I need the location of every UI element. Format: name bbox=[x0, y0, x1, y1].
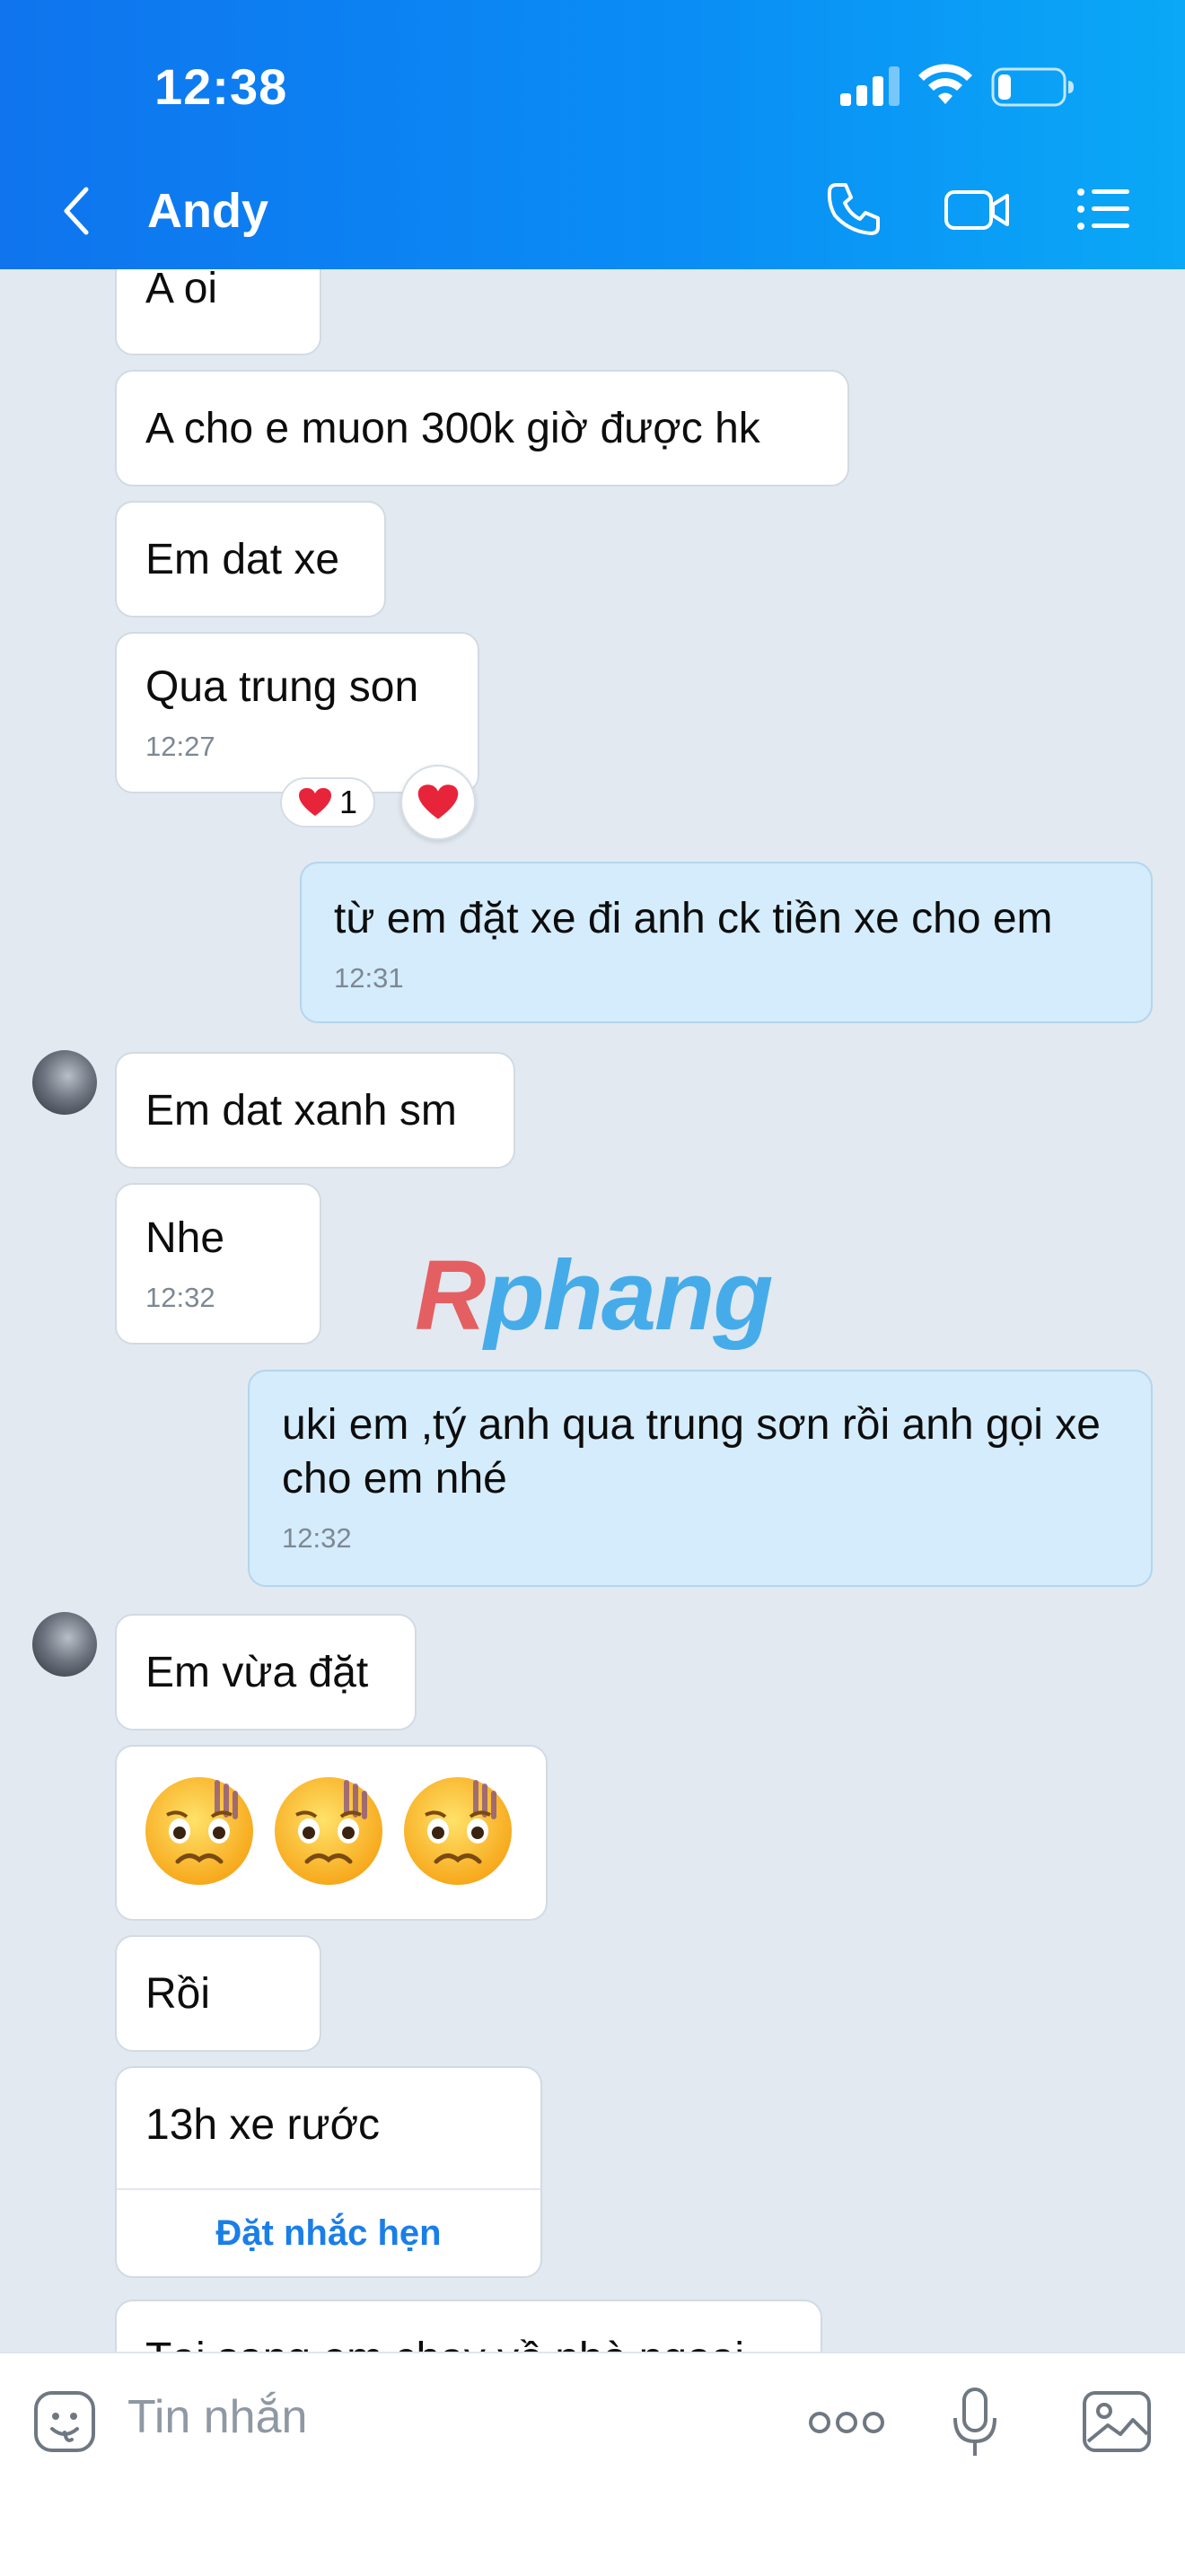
avatar[interactable] bbox=[32, 1612, 97, 1677]
message-text: Tại sang em chạy về nhà ngoại bbox=[145, 2332, 792, 2352]
message-text: Rồi bbox=[145, 1970, 211, 2018]
more-options-icon[interactable] bbox=[808, 2409, 885, 2436]
emoji-message-bubble[interactable] bbox=[115, 1745, 548, 1921]
message-bubble[interactable]: 13h xe rước Đặt nhắc hẹn bbox=[115, 2066, 542, 2278]
avatar[interactable] bbox=[32, 1050, 97, 1115]
message-text: Em vừa đặt bbox=[145, 1649, 369, 1696]
cellular-signal-icon bbox=[840, 66, 900, 106]
anxious-face-emoji-icon bbox=[145, 1777, 253, 1885]
message-bubble[interactable]: A cho e muon 300k giờ được hk bbox=[115, 370, 849, 486]
video-call-icon[interactable] bbox=[943, 180, 1011, 239]
message-bubble[interactable]: A oi bbox=[115, 269, 321, 355]
watermark-logo: Rphang bbox=[415, 1240, 773, 1351]
message-time: 12:31 bbox=[334, 962, 404, 994]
react-heart-button[interactable] bbox=[400, 765, 476, 840]
outgoing-message-bubble[interactable]: uki em ,tý anh qua trung sơn rồi anh gọi… bbox=[248, 1370, 1153, 1587]
contact-name[interactable]: Andy bbox=[147, 183, 268, 239]
message-text: A oi bbox=[145, 269, 218, 312]
reaction-count: 1 bbox=[338, 784, 358, 820]
back-icon[interactable] bbox=[59, 184, 95, 238]
message-text: 13h xe rước bbox=[145, 2101, 381, 2149]
message-text: Em dat xanh sm bbox=[145, 1087, 457, 1135]
message-input[interactable]: Tin nhắn bbox=[127, 2386, 307, 2449]
message-text: Qua trung son bbox=[145, 663, 419, 711]
status-time: 12:38 bbox=[154, 58, 288, 115]
message-bubble[interactable]: Em dat xanh sm bbox=[115, 1052, 515, 1169]
message-text: A cho e muon 300k giờ được hk bbox=[145, 405, 760, 452]
reaction-summary[interactable]: 1 bbox=[280, 777, 375, 828]
anxious-face-emoji-icon bbox=[404, 1777, 512, 1885]
set-reminder-button[interactable]: Đặt nhắc hẹn bbox=[117, 2188, 540, 2276]
message-bubble[interactable]: Tại sang em chạy về nhà ngoại bbox=[115, 2300, 822, 2352]
wifi-icon bbox=[918, 64, 972, 104]
message-text: uki em ,tý anh qua trung sơn rồi anh gọi… bbox=[282, 1401, 1101, 1503]
message-bubble[interactable]: Em vừa đặt bbox=[115, 1614, 417, 1730]
message-text: từ em đặt xe đi anh ck tiền xe cho em bbox=[334, 895, 1053, 942]
anxious-face-emoji-icon bbox=[275, 1777, 382, 1885]
message-time: 12:32 bbox=[282, 1522, 352, 1554]
battery-icon bbox=[991, 67, 1074, 107]
microphone-icon[interactable] bbox=[950, 2386, 1000, 2459]
message-bubble[interactable]: Rồi bbox=[115, 1935, 321, 2052]
sticker-icon[interactable] bbox=[32, 2389, 97, 2454]
message-time: 12:27 bbox=[145, 731, 215, 762]
message-composer: Tin nhắn bbox=[0, 2352, 1185, 2576]
phone-call-icon[interactable] bbox=[824, 180, 883, 239]
message-text: Nhe bbox=[145, 1214, 225, 1262]
heart-icon bbox=[417, 784, 459, 819]
menu-list-icon[interactable] bbox=[1074, 180, 1133, 239]
message-time: 12:32 bbox=[145, 1282, 215, 1313]
message-text: Em dat xe bbox=[145, 536, 340, 583]
chat-header: 12:38 Andy bbox=[0, 0, 1185, 269]
outgoing-message-bubble[interactable]: từ em đặt xe đi anh ck tiền xe cho em 12… bbox=[300, 862, 1153, 1023]
image-gallery-icon[interactable] bbox=[1081, 2389, 1153, 2454]
heart-icon bbox=[298, 788, 331, 816]
message-bubble[interactable]: Em dat xe bbox=[115, 501, 386, 618]
message-bubble[interactable]: Nhe 12:32 bbox=[115, 1183, 321, 1345]
